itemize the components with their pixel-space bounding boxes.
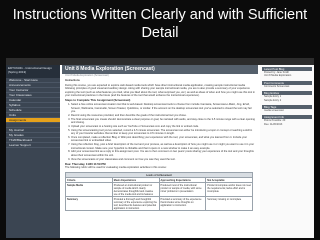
steps-list: Select a free online screencast creation… (65, 103, 255, 161)
instructions-text: During this course, you are expected to … (65, 83, 255, 98)
right-widget: Post Comments Comments Screencast (262, 80, 312, 88)
assignment-body: Instructions During this course, you are… (62, 78, 258, 172)
instructions-label: Instructions (65, 79, 80, 82)
rubric-row: Sample Media Produced an instructional pr… (65, 182, 253, 198)
rubric-body: Sample Media Produced an instructional pr… (65, 182, 253, 212)
rubric-cell: Produced most of the instructional produ… (158, 182, 207, 198)
rubric-row: Summary Provided a thorough and thoughtfu… (65, 196, 253, 212)
rubric-note: The following rubric will be used for ev… (65, 166, 167, 170)
course-menu-items: Welcome - Start Here Announcements Your In… (6, 78, 60, 148)
slide-title: Instructions Written Clearly and with Su… (12, 7, 308, 41)
right-widget: Blog Entries Sample Entry 1 Sample Entry 2 (262, 91, 312, 102)
step-item: Select a free online screencast creation… (71, 103, 255, 113)
step-item: Once completed, make a reflection Blog o… (71, 136, 255, 143)
course-menu-header: EDTC6341 - Instructional Design (Spring … (6, 65, 60, 78)
widget-line[interactable]: Unit 8 Media Exploration (262, 74, 312, 77)
rubric-cell: Produced an instructional product or sam… (111, 182, 160, 198)
widget-line[interactable]: Sample Entry 2 (262, 99, 312, 102)
right-widget: Blog Tags media screencast (262, 105, 312, 112)
rubric-cell: Provided a summary of the experience tha… (158, 196, 207, 212)
lms-screenshot: EDTC6341 - Instructional Design (Spring … (6, 58, 314, 238)
right-widget: Assignment Info Points Possible: 20 Due: 1… (262, 115, 312, 126)
rubric-cell: Provided a thorough and thoughtful summa… (111, 196, 160, 212)
browser-top-bar (6, 58, 314, 65)
main-content: Unit 8 Media Exploration (Screencast) Un… (62, 65, 258, 238)
widget-line[interactable]: Comments Screencast (262, 85, 312, 88)
rubric-cell: Product incomplete and/or does not meet … (205, 182, 253, 198)
step-item: Using the screencasting tool you've sele… (71, 129, 255, 136)
step-item: Add your screencast link as a reply to t… (71, 150, 255, 157)
step-item: The final screencast you create should: … (71, 118, 255, 125)
step-item: View the screencasts of your classmates … (71, 158, 255, 161)
widget-line[interactable]: media screencast (262, 109, 312, 112)
rubric-criterion: Sample Media (65, 182, 113, 198)
right-widget: Latest Post Blog Posted by: Jane Smith Uni… (262, 67, 312, 78)
rubric-cell: Summary missing or incomplete (205, 196, 253, 212)
right-sidebar: Latest Post Blog Posted by: Jane Smith Uni… (260, 65, 314, 238)
widget-line[interactable]: Due: 11/20/2013 (262, 123, 312, 126)
rubric-criterion: Summary (65, 196, 113, 212)
page-title: Unit 8 Media Exploration (Screencast) (62, 65, 258, 74)
rubric-table: Levels of Achievement Criteria Meets Expe… (65, 172, 253, 212)
steps-heading: Steps to Complete This Assignment (Scree… (65, 98, 131, 103)
sidebar-item[interactable]: Learner Support (6, 143, 60, 148)
course-menu-sidebar: EDTC6341 - Instructional Design (Spring … (6, 65, 60, 238)
